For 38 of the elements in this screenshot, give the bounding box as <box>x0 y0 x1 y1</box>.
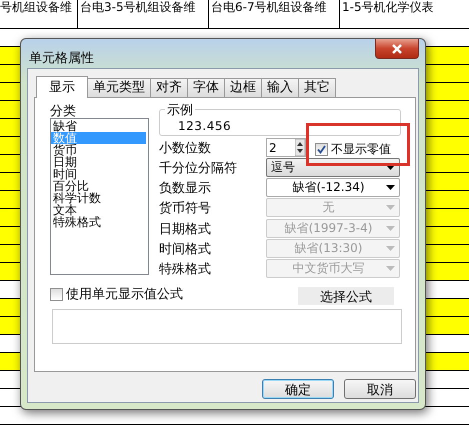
field-label: 日期格式 <box>159 220 212 238</box>
field-label: 特殊格式 <box>159 260 212 278</box>
sample-value: 123.456 <box>178 119 232 133</box>
header-cell: 台电6-7号机组设备维 <box>208 0 339 28</box>
dropdown-field[interactable]: 缺省(-12.34) <box>266 178 400 197</box>
choose-formula-button[interactable]: 选择公式 <box>298 287 394 305</box>
category-item[interactable]: 时间 <box>51 168 148 180</box>
zero-checkbox[interactable]: 不显示零值 <box>315 141 391 158</box>
tab[interactable]: 单元类型 <box>87 78 151 97</box>
category-item[interactable]: 日期 <box>51 156 148 168</box>
tab[interactable]: 输入 <box>261 78 299 97</box>
sample-legend: 示例 <box>165 101 195 119</box>
category-item[interactable]: 货币 <box>51 144 148 156</box>
dialog-button[interactable]: 确定 <box>262 379 334 399</box>
category-item[interactable]: 文本 <box>51 204 148 216</box>
header-cell: 1-5号机化学仪表 <box>339 0 469 28</box>
field-label: 货币符号 <box>159 200 212 216</box>
category-item[interactable]: 百分比 <box>51 180 148 192</box>
category-label: 分类 <box>50 103 76 120</box>
header-cell-text: 号机组设备维 <box>0 0 73 16</box>
tab[interactable]: 字体 <box>187 78 225 97</box>
tab[interactable]: 对齐 <box>150 78 188 97</box>
spinner-field[interactable]: 2 <box>266 138 306 157</box>
field-label: 时间格式 <box>159 240 212 258</box>
tab[interactable]: 其它 <box>298 78 336 97</box>
field-label: 千分位分隔符 <box>159 160 238 176</box>
header-cell: 台电3-5号机组设备维 <box>77 0 208 28</box>
dialog-button[interactable]: 取消 <box>344 379 416 399</box>
field-label: 小数位数 <box>159 140 212 156</box>
field-label: 负数显示 <box>159 180 212 196</box>
dialog-title: 单元格属性 <box>29 50 94 67</box>
category-list[interactable]: 缺省 数值 货币 日期 时间 百分比 科学计数 文本 特殊格式 <box>50 118 149 275</box>
category-item[interactable]: 缺省 <box>51 120 148 132</box>
tab[interactable]: 显示 <box>36 76 88 98</box>
formula-checkbox[interactable]: 使用单元显示值公式 <box>50 285 183 303</box>
category-item[interactable]: 特殊格式 <box>51 216 148 228</box>
tab[interactable]: 边框 <box>224 78 262 97</box>
category-item[interactable]: 科学计数 <box>51 192 148 204</box>
